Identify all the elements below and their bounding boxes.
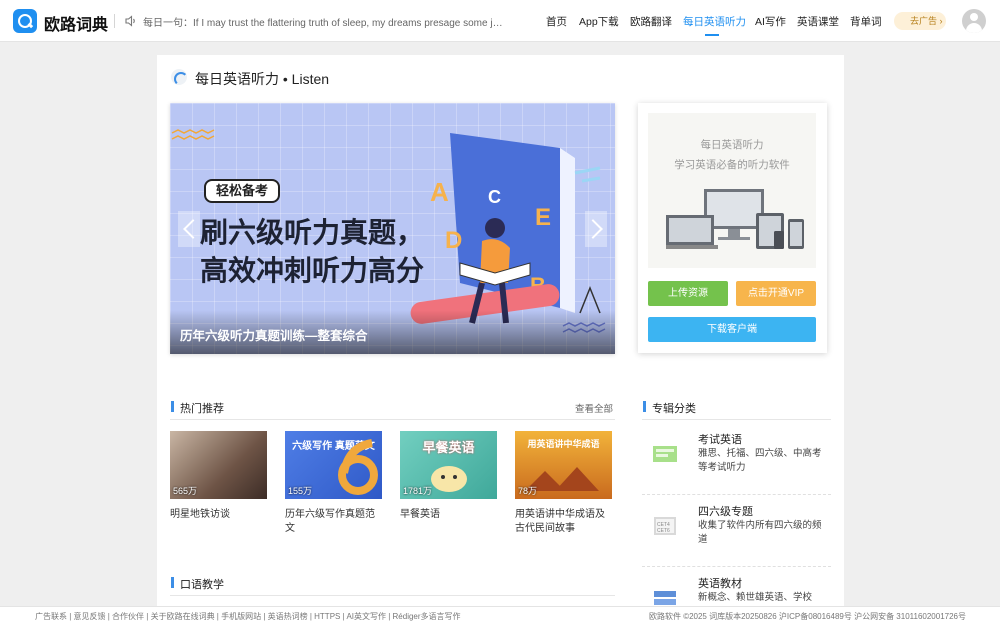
remove-ads-button[interactable]: 去广告 ›	[894, 12, 946, 30]
ad-label: 去广告 ›	[910, 16, 943, 26]
footer-copyright: 欧路软件 ©2025 词库版本20250826 沪ICP备08016489号 沪…	[648, 612, 966, 621]
banner-tag: 轻松备考	[204, 179, 281, 203]
nav-vocabulary[interactable]: 背单词	[850, 14, 882, 29]
svg-text:D: D	[445, 227, 462, 254]
hot-item-title[interactable]: 用英语讲中华成语及古代民间故事	[515, 508, 612, 536]
promo-subtitle: 学习英语必备的听力软件	[674, 159, 790, 171]
album-description: 雅思、托福、四六级、中高考等考试听力	[698, 448, 822, 473]
svg-text:C: C	[488, 187, 501, 207]
divider	[170, 595, 615, 596]
top-navigation-bar: 欧路词典 每日一句：If I may trust the flattering …	[0, 0, 1000, 42]
thumbnail-text: 早餐英语	[422, 440, 475, 455]
promo-panel: 每日英语听力 学习英语必备的听力软件	[648, 113, 816, 268]
number-six-graphic-icon	[338, 439, 378, 495]
album-description: 收集了软件内所有四六级的频道	[698, 520, 822, 545]
banner-caption[interactable]: 历年六级听力真题训练—整套综合	[180, 325, 368, 344]
album-item-textbook[interactable]: 英语教材 新概念、赖世雄英语、学校	[642, 567, 831, 606]
nav-ai-writing[interactable]: AI写作	[755, 14, 786, 29]
divider	[642, 419, 831, 420]
hot-item-thumbnail[interactable]: 用英语讲中华成语 78万	[515, 431, 612, 499]
cet-paper-icon: CET4 CET6	[654, 517, 676, 535]
album-section-title: 专辑分类	[643, 400, 696, 416]
divider	[170, 419, 615, 420]
daily-sentence[interactable]: 每日一句：If I may trust the flattering truth…	[143, 14, 503, 29]
album-item-cet[interactable]: CET4 CET6 四六级专题 收集了软件内所有四六级的频道	[642, 495, 831, 567]
album-title: 四六级专题	[698, 506, 753, 518]
album-title: 考试英语	[698, 434, 742, 446]
brand-name[interactable]: 欧路词典	[44, 11, 108, 35]
download-client-button[interactable]: 下载客户端	[648, 317, 816, 342]
hot-item-title[interactable]: 历年六级写作真题范文	[285, 508, 382, 536]
listen-app-icon	[171, 69, 188, 86]
banner-caption-bar: 历年六级听力真题训练—整套综合	[170, 310, 615, 354]
thumbnail-text: 用英语讲中华成语	[527, 439, 600, 449]
nav-daily-listening[interactable]: 每日英语听力	[683, 14, 746, 29]
see-all-link[interactable]: 查看全部	[575, 401, 613, 415]
reading-girl-illustration-icon: A E D B C	[410, 133, 601, 324]
main-content: 每日英语听力 • Listen 轻松备考 刷六级听力真题， 高效冲刺听力高分 A…	[157, 55, 844, 606]
hot-item-thumbnail[interactable]: 六级写作 真题范文 155万	[285, 431, 382, 499]
album-description: 新概念、赖世雄英语、学校	[698, 592, 813, 603]
banner-carousel[interactable]: 轻松备考 刷六级听力真题， 高效冲刺听力高分 A E D B C 历年六级听力真…	[170, 103, 615, 354]
upload-resource-button[interactable]: 上传资源	[648, 281, 728, 306]
album-title: 英语教材	[698, 578, 742, 590]
nav-app-download[interactable]: App下载	[579, 14, 619, 29]
exam-board-icon	[653, 446, 677, 462]
play-count: 78万	[518, 486, 538, 496]
carousel-next-button[interactable]	[585, 211, 607, 247]
hot-item-thumbnail[interactable]: 早餐英语 1781万	[400, 431, 497, 499]
svg-text:CET6: CET6	[657, 528, 670, 534]
play-count: 565万	[173, 486, 198, 496]
nav-home[interactable]: 首页	[546, 14, 567, 29]
hot-item-title[interactable]: 早餐英语	[400, 508, 497, 522]
app-promo-card: 每日英语听力 学习英语必备的听力软件 上传资源 点击开通VIP 下载客户端	[638, 103, 827, 353]
carousel-prev-button[interactable]	[178, 211, 200, 247]
oral-section-title: 口语教学	[171, 576, 224, 592]
footer-links[interactable]: 广告联系 | 意见反馈 | 合作伙伴 | 关于欧路在线词典 | 手机版网站 | …	[35, 611, 461, 622]
banner-headline-2: 高效冲刺听力高分	[200, 255, 425, 286]
nav-english-class[interactable]: 英语课堂	[797, 14, 839, 29]
banner-headline-1: 刷六级听力真题，	[200, 217, 425, 248]
page-title: 每日英语听力 • Listen	[195, 71, 330, 87]
zigzag-decoration-icon	[171, 129, 215, 140]
speaker-icon[interactable]	[124, 14, 138, 28]
active-nav-indicator	[705, 34, 719, 36]
promo-title: 每日英语听力	[700, 139, 764, 151]
play-count: 155万	[288, 486, 313, 496]
textbook-stack-icon	[654, 591, 676, 605]
devices-illustration-icon	[666, 189, 804, 249]
footer: 广告联系 | 意见反馈 | 合作伙伴 | 关于欧路在线词典 | 手机版网站 | …	[0, 606, 1000, 625]
nav-eudic-translate[interactable]: 欧路翻译	[630, 14, 672, 29]
hot-item-thumbnail[interactable]: 565万	[170, 431, 267, 499]
svg-text:E: E	[535, 204, 551, 231]
divider	[114, 14, 115, 28]
open-vip-button[interactable]: 点击开通VIP	[736, 281, 816, 306]
user-avatar[interactable]	[962, 9, 986, 33]
hot-section-title: 热门推荐	[171, 400, 224, 416]
svg-text:A: A	[430, 177, 449, 207]
hot-item-title[interactable]: 明星地铁访谈	[170, 508, 267, 522]
eudic-logo-icon[interactable]	[13, 9, 37, 33]
play-count: 1781万	[403, 486, 433, 496]
album-item-exam[interactable]: 考试英语 雅思、托福、四六级、中高考等考试听力	[642, 423, 831, 495]
cartoon-bun-icon	[431, 466, 467, 492]
